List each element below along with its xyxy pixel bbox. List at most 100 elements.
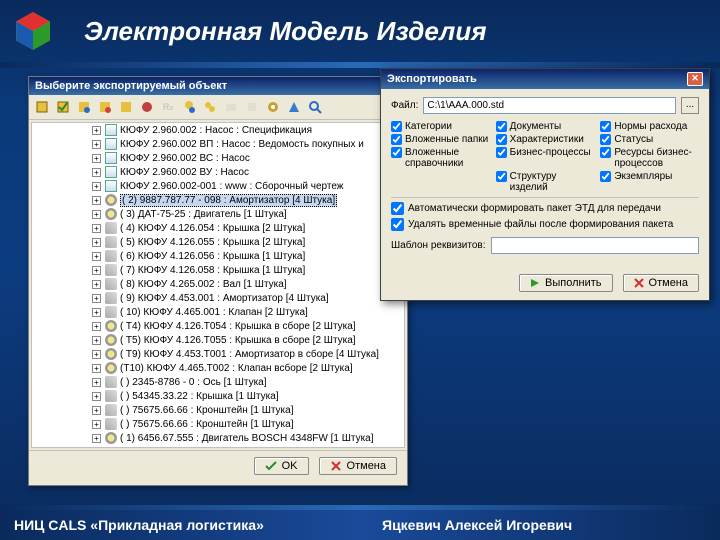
expand-icon[interactable]: +	[92, 224, 101, 233]
tree-label: КЮФУ 2.960.002 : Насос : Спецификация	[120, 125, 312, 136]
option-checkbox[interactable]: Экземпляры	[600, 171, 699, 193]
toolbar-btn-8[interactable]	[180, 98, 198, 116]
toolbar-btn-11[interactable]	[243, 98, 261, 116]
doc-icon	[105, 166, 117, 178]
dlg-cancel-button[interactable]: Отмена	[623, 274, 699, 292]
run-label: Выполнить	[545, 277, 601, 289]
tree-row[interactable]: + КЮФУ 2.960.002 : Насос : Спецификация	[32, 123, 404, 137]
tree-label: ( ) 54345.33.22 : Крышка [1 Штука]	[120, 391, 279, 402]
tree-row[interactable]: +( 9) КЮФУ 4.453.001 : Амортизатор [4 Шт…	[32, 291, 404, 305]
tree-row[interactable]: +( 1) 6456.67.555 : Двигатель BOSCH 4348…	[32, 431, 404, 445]
expand-icon[interactable]: +	[92, 378, 101, 387]
run-button[interactable]: Выполнить	[519, 274, 612, 292]
tree-row[interactable]: +( 4) КЮФУ 4.126.054 : Крышка [2 Штука]	[32, 221, 404, 235]
expand-icon[interactable]: +	[92, 266, 101, 275]
tree-row[interactable]: +( ) 2345-8786 - 0 : Ось [1 Штука]	[32, 375, 404, 389]
tree-row[interactable]: +( T5) КЮФУ 4.126.Т055 : Крышка в сборе …	[32, 333, 404, 347]
expand-icon[interactable]: +	[92, 140, 101, 149]
delete-temp-checkbox[interactable]: Удалять временные файлы после формирован…	[391, 218, 699, 231]
toolbar-btn-12[interactable]	[264, 98, 282, 116]
tree-label: ( 8) КЮФУ 4.265.002 : Вал [1 Штука]	[120, 279, 287, 290]
toolbar-btn-4[interactable]	[96, 98, 114, 116]
expand-icon[interactable]: +	[92, 322, 101, 331]
expand-icon[interactable]: +	[92, 280, 101, 289]
option-checkbox[interactable]: Структуру изделий	[496, 171, 595, 193]
toolbar-btn-2[interactable]	[54, 98, 72, 116]
close-icon[interactable]: ✕	[687, 72, 703, 86]
expand-icon[interactable]: +	[92, 196, 101, 205]
expand-icon[interactable]: +	[92, 294, 101, 303]
toolbar-btn-1[interactable]	[33, 98, 51, 116]
expand-icon[interactable]: +	[92, 154, 101, 163]
option-checkbox[interactable]: Нормы расхода	[600, 121, 699, 132]
toolbar-btn-13[interactable]	[285, 98, 303, 116]
wrench-icon	[105, 390, 117, 402]
toolbar-btn-9[interactable]	[201, 98, 219, 116]
ok-button[interactable]: OK	[254, 457, 309, 475]
expand-icon[interactable]: +	[92, 420, 101, 429]
tree-row[interactable]: + ( 8) КЮФУ 4.265.002 : Вал [1 Штука]	[32, 277, 404, 291]
tree-label: ( 6) КЮФУ 4.126.056 : Крышка [1 Штука]	[120, 251, 305, 262]
expand-icon[interactable]: +	[92, 238, 101, 247]
tree-label: КЮФУ 2.960.002 ВС : Насос	[120, 153, 250, 164]
expand-icon[interactable]: +	[92, 364, 101, 373]
option-checkbox[interactable]: Категории	[391, 121, 490, 132]
tree-row[interactable]: +КЮФУ 2.960.002 ВУ : Насос	[32, 165, 404, 179]
option-checkbox[interactable]: Документы	[496, 121, 595, 132]
tree-row[interactable]: +(T10) КЮФУ 4.465.Т002 : Клапан всборе […	[32, 361, 404, 375]
expand-icon[interactable]: +	[92, 406, 101, 415]
tree-label: КЮФУ 2.960.002-001 : www : Сборочный чер…	[120, 181, 343, 192]
check-icon	[265, 460, 277, 472]
file-label: Файл:	[391, 100, 418, 111]
expand-icon[interactable]: +	[92, 210, 101, 219]
option-checkbox[interactable]: Бизнес-процессы	[496, 147, 595, 169]
toolbar-btn-5[interactable]	[117, 98, 135, 116]
wrench-icon	[105, 306, 117, 318]
tree-row[interactable]: + ( 5) КЮФУ 4.126.055 : Крышка [2 Штука]	[32, 235, 404, 249]
expand-icon[interactable]: +	[92, 252, 101, 261]
tree-row[interactable]: + КЮФУ 2.960.002 ВС : Насос	[32, 151, 404, 165]
option-checkbox[interactable]: Характеристики	[496, 134, 595, 145]
expand-icon[interactable]: +	[92, 126, 101, 135]
toolbar-btn-14[interactable]	[306, 98, 324, 116]
footer-right: Яцкевич Алексей Игоревич	[352, 517, 720, 533]
tree-row[interactable]: + ( 6) КЮФУ 4.126.056 : Крышка [1 Штука]	[32, 249, 404, 263]
tree-row[interactable]: +( 10) КЮФУ 4.465.001 : Клапан [2 Штука]	[32, 305, 404, 319]
gear-icon	[105, 432, 117, 444]
tree-row[interactable]: +КЮФУ 2.960.002 ВП : Насос : Ведомость п…	[32, 137, 404, 151]
option-checkbox[interactable]: Вложенные справочники	[391, 147, 490, 169]
expand-icon[interactable]: +	[92, 168, 101, 177]
tree-row[interactable]: +( ) 75675.66.66 : Кронштейн [1 Штука]	[32, 417, 404, 431]
option-checkbox[interactable]: Вложенные папки	[391, 134, 490, 145]
template-label: Шаблон реквизитов:	[391, 240, 486, 251]
expand-icon[interactable]: +	[92, 392, 101, 401]
expand-icon[interactable]: +	[92, 336, 101, 345]
expand-icon[interactable]: +	[92, 308, 101, 317]
auto-pack-checkbox[interactable]: Автоматически формировать пакет ЭТД для …	[391, 202, 699, 215]
tree-label: ( T4) КЮФУ 4.126.Т054 : Крышка в сборе […	[120, 321, 356, 332]
tree-row[interactable]: + КЮФУ 2.960.002-001 : www : Сборочный че…	[32, 179, 404, 193]
template-select[interactable]	[491, 237, 699, 254]
option-checkbox[interactable]: Ресурсы бизнес-процессов	[600, 147, 699, 169]
toolbar-btn-3[interactable]	[75, 98, 93, 116]
tree-row[interactable]: +( T9) КЮФУ 4.453.Т001 : Амортизатор в с…	[32, 347, 404, 361]
tree-view[interactable]: +КЮФУ 2.960.002 : Насос : Спецификация+К…	[31, 122, 405, 448]
tree-row[interactable]: +( 2) 9887.787.77 - 098 : Амортизатор [4…	[32, 193, 404, 207]
tree-label: ( 5) КЮФУ 4.126.055 : Крышка [2 Штука]	[120, 237, 305, 248]
toolbar-btn-10[interactable]	[222, 98, 240, 116]
tree-row[interactable]: +( 3) ДАТ-75-25 : Двигатель [1 Штука]	[32, 207, 404, 221]
tree-row[interactable]: + ( ) 54345.33.22 : Крышка [1 Штука]	[32, 389, 404, 403]
cancel-button[interactable]: Отмена	[319, 457, 397, 475]
tree-row[interactable]: +( ) 75675.66.66 : Кронштейн [1 Штука]	[32, 403, 404, 417]
tree-row[interactable]: +( 7) КЮФУ 4.126.058 : Крышка [1 Штука]	[32, 263, 404, 277]
option-checkbox[interactable]: Статусы	[600, 134, 699, 145]
browse-button[interactable]: ...	[681, 97, 699, 114]
toolbar-btn-7[interactable]: Rx	[159, 98, 177, 116]
tree-row[interactable]: + ( T4) КЮФУ 4.126.Т054 : Крышка в сборе …	[32, 319, 404, 333]
expand-icon[interactable]: +	[92, 350, 101, 359]
doc-icon	[105, 180, 117, 192]
file-input[interactable]	[423, 97, 676, 114]
expand-icon[interactable]: +	[92, 182, 101, 191]
toolbar-btn-6[interactable]	[138, 98, 156, 116]
expand-icon[interactable]: +	[92, 434, 101, 443]
